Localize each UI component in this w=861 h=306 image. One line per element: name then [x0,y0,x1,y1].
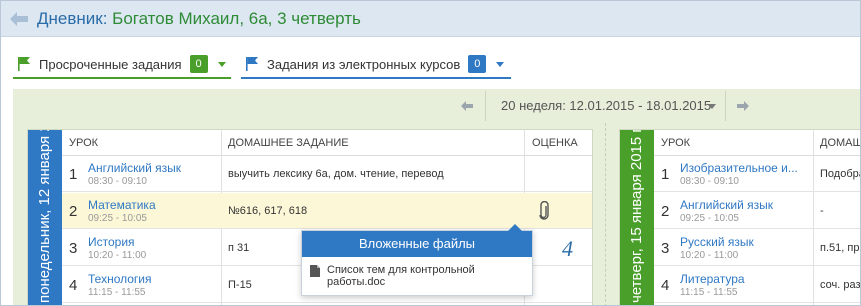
lesson-number: 1 [69,166,78,183]
divider [605,123,606,305]
homework-text: п.51, пр [820,242,860,254]
filter-bar: Просроченные задания 0 Задания из электр… [1,37,860,89]
lesson-subject-link[interactable]: История [88,235,135,249]
lesson-number: 3 [661,240,670,257]
homework-text: - [820,205,824,217]
table-row[interactable]: 4 Литература 11:15 - 11:55 соч. разб [654,267,861,303]
day-date: понедельник, 12 января 2015 г. [36,129,53,303]
lesson-time: 09:25 - 10:05 [680,213,739,224]
arrow-left-icon[interactable] [460,99,474,113]
document-icon [310,265,320,277]
lesson-time: 10:20 - 11:00 [88,250,147,261]
homework-text: соч. разб [820,279,861,291]
title-prefix: Дневник: [37,9,113,28]
divider [485,91,486,121]
lesson-subject-link[interactable]: Английский язык [680,198,773,212]
week-selector[interactable]: 20 неделя: 12.01.2015 - 18.01.2015 [501,98,711,113]
lesson-subject-link[interactable]: Английский язык [88,161,181,175]
lesson-number: 4 [661,277,670,294]
homework-text: П-15 [228,279,252,291]
course-tasks-label: Задания из электронных курсов [267,56,461,72]
homework-text: №616, 617, 618 [228,205,308,217]
paperclip-icon[interactable] [538,201,550,221]
lesson-subject-link[interactable]: Изобразительное и... [680,161,798,175]
lesson-number: 1 [661,166,670,183]
course-count-badge: 0 [468,55,487,73]
chevron-down-icon[interactable] [217,61,226,67]
lesson-time: 10:20 - 11:00 [680,250,739,261]
overdue-tasks-label: Просроченные задания [39,56,182,72]
lesson-time: 08:30 - 09:10 [680,176,739,187]
lesson-subject-link[interactable]: Литература [680,272,745,286]
overdue-tasks-filter[interactable]: Просроченные задания 0 [13,51,231,79]
table-row[interactable]: 3 Русский язык 10:20 - 11:00 п.51, пр [654,230,860,266]
lesson-number: 3 [69,240,78,257]
table-row[interactable]: 1 Английский язык 08:30 - 09:10 выучить … [62,156,592,192]
table-row[interactable]: 2 Английский язык 09:25 - 10:05 - [654,193,860,229]
homework-text: п 31 [228,242,250,254]
course-tasks-filter[interactable]: Задания из электронных курсов 0 [241,51,511,79]
column-header-lesson: УРОК [69,137,99,149]
back-arrow-icon[interactable] [9,10,29,28]
day-date-stripe: понедельник, 12 января 2015 г. [28,129,62,305]
lesson-subject-link[interactable]: Технология [88,272,152,286]
homework-text: Подобра [820,168,861,180]
table-header: УРОК ДОМАШНЕЕ ЗАДАНИЕ ОЦЕНКА [62,130,592,156]
flag-icon [18,57,30,71]
chevron-down-icon[interactable] [496,61,505,67]
attachments-title: Вложенные файлы [302,231,532,257]
grade-value: 4 [562,236,573,261]
diary-window: Дневник: Богатов Михаил, 6а, 3 четверть … [0,0,861,306]
title-bar: Дневник: Богатов Михаил, 6а, 3 четверть [1,1,860,37]
lesson-number: 2 [69,203,78,220]
chevron-down-icon[interactable] [708,104,716,109]
attachment-file-link[interactable]: Список тем для контрольной работы.doc [310,264,520,288]
column-header-homework: ДОМАШНЕЕ ЗАДАНИЕ [228,137,349,149]
lesson-time: 08:30 - 09:10 [88,176,147,187]
lesson-number: 2 [661,203,670,220]
arrow-right-icon[interactable] [736,99,750,113]
column-header-homework: ДОМАШН [820,137,860,149]
lesson-time: 11:15 - 11:55 [88,287,146,298]
overdue-count-badge: 0 [189,55,208,73]
lesson-time: 11:15 - 11:55 [680,287,738,298]
week-navigation: 20 неделя: 12.01.2015 - 18.01.2015 [13,89,860,123]
student-name: Богатов Михаил, 6а, 3 четверть [112,9,361,28]
lesson-subject-link[interactable]: Русский язык [680,235,754,249]
divider [725,91,726,121]
popup-pointer [508,224,522,231]
lesson-number: 4 [69,277,78,294]
flag-icon [246,57,258,71]
lesson-time: 09:25 - 10:05 [88,213,147,224]
attachments-popup: Вложенные файлы Список тем для контрольн… [301,224,533,296]
day-card: четверг, 15 января 2015 г. УРОК ДОМАШН 1… [619,129,861,305]
table-row[interactable]: 1 Изобразительное и... 08:30 - 09:10 Под… [654,156,861,192]
column-header-lesson: УРОК [661,137,691,149]
homework-text: выучить лексику 6а, дом. чтение, перевод [228,168,444,180]
lesson-subject-link[interactable]: Математика [88,198,156,212]
attachment-file-name[interactable]: Список тем для контрольной работы.doc [327,264,520,288]
page-title: Дневник: Богатов Михаил, 6а, 3 четверть [37,9,361,29]
day-date: четверг, 15 января 2015 г. [628,129,645,303]
column-header-grade: ОЦЕНКА [532,137,578,149]
table-header: УРОК ДОМАШН [654,130,860,156]
day-date-stripe: четверг, 15 января 2015 г. [620,129,654,305]
